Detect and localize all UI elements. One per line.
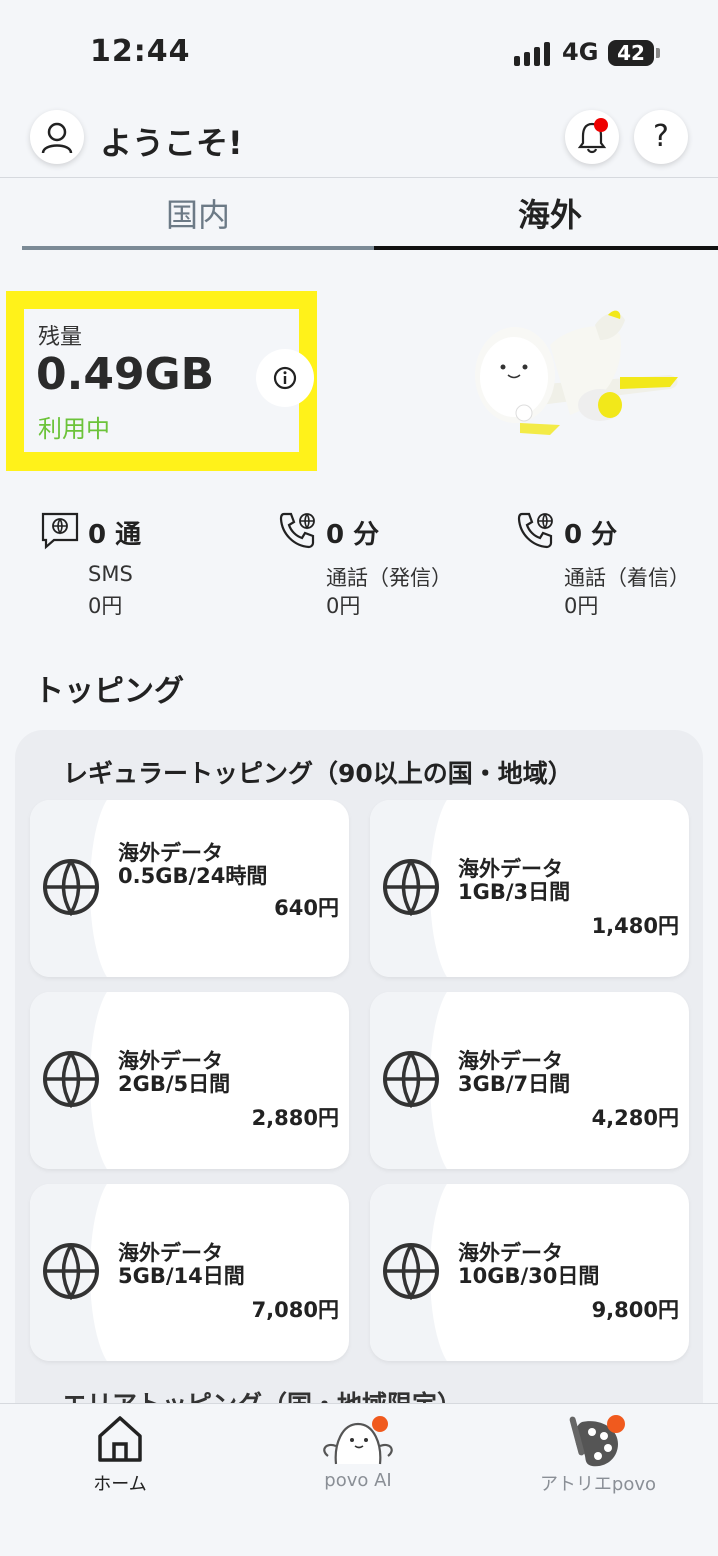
card-name: 海外データ <box>118 841 223 865</box>
mascot-airplane-illustration <box>475 310 678 435</box>
nav-povo-ai[interactable]: povo AI <box>258 1404 458 1514</box>
topping-card[interactable]: 海外データ 10GB/30日間 9,800円 <box>370 1184 689 1361</box>
card-plan: 1GB/3日間 <box>458 880 571 904</box>
remaining-status: 利用中 <box>38 415 110 443</box>
network-label: 4G <box>562 38 599 66</box>
phone-globe-icon <box>517 512 553 549</box>
topping-card[interactable]: 海外データ 1GB/3日間 1,480円 <box>370 800 689 977</box>
topping-card[interactable]: 海外データ 0.5GB/24時間 640円 <box>30 800 349 977</box>
card-price: 1,480円 <box>591 914 679 938</box>
avatar-button[interactable] <box>30 110 84 164</box>
remaining-value: 0.49GB <box>36 349 215 400</box>
globe-icon <box>43 1243 99 1300</box>
topping-card[interactable]: 海外データ 5GB/14日間 7,080円 <box>30 1184 349 1361</box>
card-price: 9,800円 <box>591 1298 679 1322</box>
sms-label: SMS <box>88 562 133 586</box>
card-plan: 10GB/30日間 <box>458 1264 600 1288</box>
card-price: 2,880円 <box>251 1106 339 1130</box>
nav-home[interactable]: ホーム <box>20 1404 220 1514</box>
sms-count: 0 通 <box>88 520 142 550</box>
remaining-card: 残量 0.49GB 利用中 <box>24 309 314 452</box>
home-icon <box>98 1416 142 1462</box>
remaining-label: 残量 <box>38 325 83 350</box>
povo-ai-mascot-icon <box>323 1416 393 1465</box>
nav-home-label: ホーム <box>93 1474 147 1495</box>
notification-badge <box>594 118 608 132</box>
remaining-highlight: 残量 0.49GB 利用中 <box>6 291 317 471</box>
info-button[interactable] <box>256 349 314 407</box>
card-name: 海外データ <box>458 1241 563 1265</box>
card-plan: 2GB/5日間 <box>118 1072 231 1096</box>
card-name: 海外データ <box>458 1049 563 1073</box>
call-out-fee: 0円 <box>326 594 361 618</box>
call-in-fee: 0円 <box>564 594 599 618</box>
globe-icon <box>383 1243 439 1300</box>
phone-globe-icon <box>279 512 315 549</box>
regular-topping-title: レギュラートッピング（90以上の国・地域） <box>63 759 573 788</box>
notification-button[interactable] <box>565 110 619 164</box>
info-icon <box>273 366 297 390</box>
sms-fee: 0円 <box>88 594 123 618</box>
globe-icon <box>43 1051 99 1108</box>
nav-atelier[interactable]: アトリエpovo <box>498 1404 698 1514</box>
topping-panel: レギュラートッピング（90以上の国・地域） 海外データ 0.5GB/24時間 6… <box>15 730 703 1450</box>
call-out-label: 通話（発信） <box>326 566 452 590</box>
card-plan: 5GB/14日間 <box>118 1264 245 1288</box>
user-icon <box>41 122 73 154</box>
app-header: ようこそ! ? <box>0 100 718 178</box>
card-price: 7,080円 <box>251 1298 339 1322</box>
topping-section-title: トッピング <box>34 674 184 709</box>
globe-icon <box>383 1051 439 1108</box>
status-time: 12:44 <box>90 34 191 69</box>
tab-overseas[interactable]: 海外 <box>374 190 718 250</box>
call-in-count: 0 分 <box>564 520 618 550</box>
battery-cap <box>656 48 660 58</box>
card-plan: 0.5GB/24時間 <box>118 864 268 888</box>
signal-icon <box>514 42 550 66</box>
card-name: 海外データ <box>118 1049 223 1073</box>
nav-atelier-label: アトリエpovo <box>539 1474 657 1495</box>
topping-card[interactable]: 海外データ 3GB/7日間 4,280円 <box>370 992 689 1169</box>
call-in-label: 通話（着信） <box>564 566 690 590</box>
globe-icon <box>43 859 99 916</box>
call-out-count: 0 分 <box>326 520 380 550</box>
welcome-title: ようこそ! <box>100 124 243 162</box>
globe-icon <box>383 859 439 916</box>
card-plan: 3GB/7日間 <box>458 1072 571 1096</box>
battery-icon: 42 <box>608 40 654 66</box>
topping-card[interactable]: 海外データ 2GB/5日間 2,880円 <box>30 992 349 1169</box>
nav-povo-ai-label: povo AI <box>324 1470 392 1491</box>
help-button[interactable]: ? <box>634 110 688 164</box>
bottom-nav: ホーム povo AI アトリエpovo <box>0 1403 718 1556</box>
card-name: 海外データ <box>458 857 563 881</box>
atelier-palette-icon <box>569 1415 625 1467</box>
status-bar: 12:44 4G 42 <box>0 0 718 100</box>
card-price: 640円 <box>274 896 339 920</box>
card-price: 4,280円 <box>591 1106 679 1130</box>
tab-domestic[interactable]: 国内 <box>22 190 374 250</box>
card-name: 海外データ <box>118 1241 223 1265</box>
sms-icon <box>41 512 79 550</box>
